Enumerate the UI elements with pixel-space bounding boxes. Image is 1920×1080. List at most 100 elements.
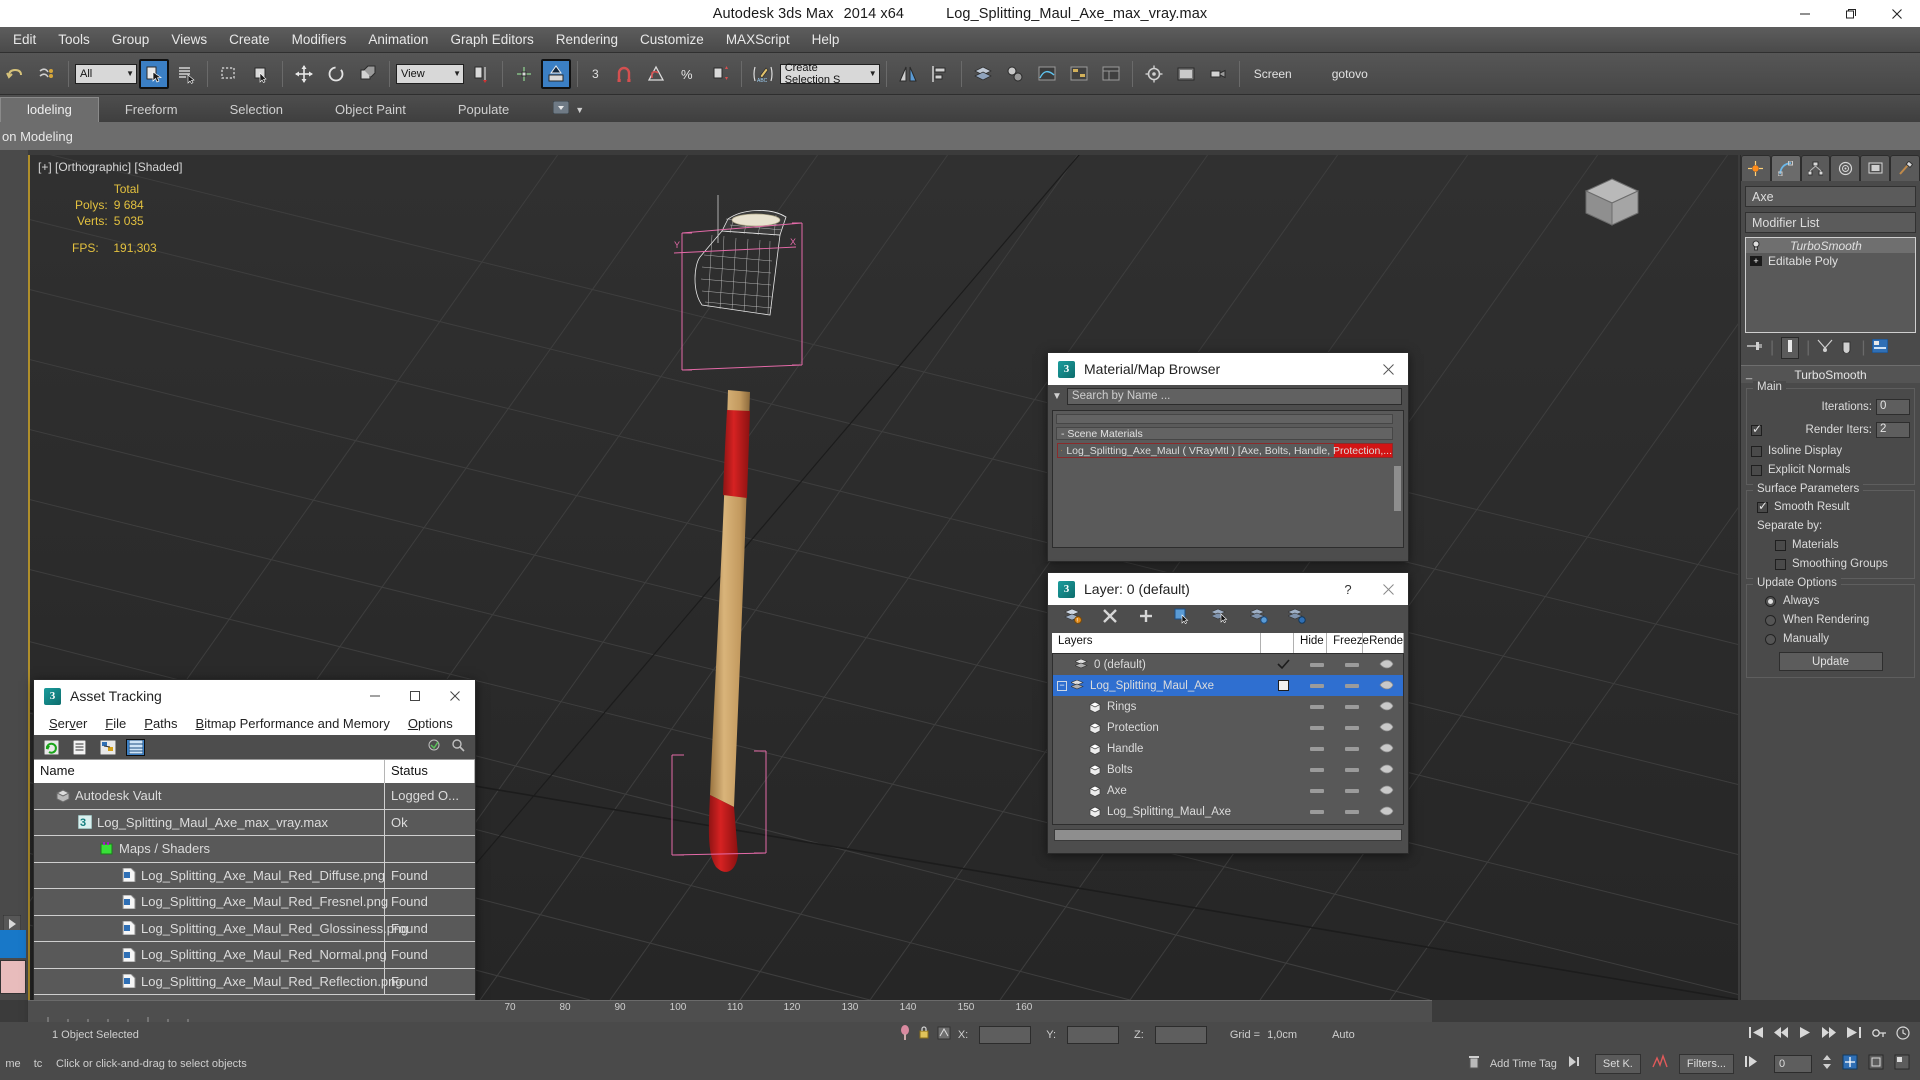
layer-current-check[interactable] [1267, 680, 1301, 691]
render-setup-icon[interactable] [1139, 59, 1169, 89]
modifier-stack-item-editable-poly[interactable]: + Editable Poly [1746, 253, 1915, 268]
lightbulb-icon[interactable] [1750, 240, 1762, 252]
update-button[interactable]: Update [1778, 652, 1883, 671]
table-view-icon[interactable] [126, 738, 145, 756]
reference-coordinate-system-combo[interactable]: View ▼ [396, 63, 464, 84]
rollout-collapse-icon[interactable]: _ [1746, 368, 1752, 380]
search-input[interactable]: Search by Name ... [1066, 387, 1402, 405]
list-item[interactable]: Protection [1053, 717, 1403, 738]
layer-list[interactable]: 0 (default) − Log_Splitting_Maul_Axe Rin… [1052, 653, 1404, 825]
delete-time-tag-icon[interactable] [1468, 1055, 1480, 1074]
material-browser-titlebar[interactable]: 3 Material/Map Browser [1048, 353, 1408, 385]
layer-render-toggle[interactable] [1369, 743, 1403, 754]
layer-close-button[interactable] [1368, 573, 1408, 605]
layer-hide-toggle[interactable] [1300, 704, 1334, 709]
pin-stack-icon[interactable] [1747, 339, 1763, 358]
named-selection-set-combo[interactable]: Create Selection S ▼ [779, 62, 880, 86]
undo-icon[interactable] [0, 59, 30, 89]
smoothing-groups-checkbox[interactable] [1775, 558, 1786, 570]
asset-maximize-button[interactable] [395, 680, 435, 712]
use-selection-center-icon[interactable] [509, 59, 539, 89]
layer-col-render[interactable]: Rende [1363, 633, 1405, 653]
add-layer-icon[interactable] [1138, 608, 1154, 629]
expand-collapse-icon[interactable]: − [1057, 680, 1067, 691]
rectangular-selection-region-icon[interactable] [214, 59, 244, 89]
asset-menu-options[interactable]: Options [399, 716, 462, 731]
asset-menu-server[interactable]: Server [40, 716, 96, 731]
asset-tracking-titlebar[interactable]: 3 Asset Tracking [34, 680, 475, 712]
ribbon-tab-populate[interactable]: Populate [432, 98, 535, 122]
list-item[interactable]: Log_Splitting_Maul_Axe [1053, 801, 1403, 822]
dependencies-view-icon[interactable] [98, 739, 117, 756]
curve-editor-icon[interactable] [1032, 59, 1062, 89]
layer-freeze-toggle[interactable] [1334, 704, 1370, 709]
menu-rendering[interactable]: Rendering [545, 29, 629, 50]
create-new-layer-icon[interactable]: ! [1064, 608, 1082, 629]
layer-render-toggle[interactable] [1369, 701, 1403, 712]
layer-current-check[interactable] [1267, 659, 1301, 670]
layer-freeze-toggle[interactable] [1334, 725, 1370, 730]
left-strip-pink-swatch[interactable] [0, 960, 26, 994]
layer-hide-toggle[interactable] [1300, 662, 1334, 667]
menu-help[interactable]: Help [801, 29, 851, 50]
list-item[interactable]: Rings [1053, 696, 1403, 717]
when-rendering-radio[interactable] [1765, 614, 1776, 626]
left-strip-blue-swatch[interactable] [0, 930, 26, 958]
iterations-spinner[interactable]: 0 [1876, 399, 1910, 415]
menu-customize[interactable]: Customize [629, 29, 715, 50]
layer-horizontal-scrollbar[interactable] [1054, 829, 1402, 841]
layer-hide-toggle[interactable] [1300, 788, 1334, 793]
layer-freeze-toggle[interactable] [1334, 767, 1370, 772]
next-frame-icon[interactable] [1821, 1026, 1837, 1044]
percent-snap-toggle-icon[interactable]: % [673, 59, 703, 89]
table-row[interactable]: Log_Splitting_Axe_Maul_Red_Glossiness.pn… [34, 915, 475, 942]
material-browser-close-button[interactable] [1368, 353, 1408, 385]
go-to-end-icon[interactable] [1846, 1026, 1862, 1044]
select-and-scale-icon[interactable] [353, 59, 383, 89]
layer-render-toggle[interactable] [1369, 764, 1403, 775]
select-and-rotate-icon[interactable] [321, 59, 351, 89]
tab-motion[interactable] [1830, 155, 1861, 181]
compact-material-editor-icon[interactable] [1000, 59, 1030, 89]
refresh-icon[interactable] [42, 739, 61, 756]
x-coordinate-input[interactable] [979, 1026, 1032, 1044]
layer-hide-toggle[interactable] [1300, 809, 1334, 814]
close-button[interactable] [1874, 0, 1920, 27]
layer-freeze-toggle[interactable] [1334, 662, 1370, 667]
remove-modifier-icon[interactable] [1840, 339, 1854, 358]
table-row[interactable]: Log_Splitting_Axe_Maul_Red_Normal.png Fo… [34, 942, 475, 969]
modifier-stack-item-turbosmooth[interactable]: TurboSmooth [1746, 238, 1915, 253]
layer-col-layers[interactable]: Layers [1052, 633, 1261, 653]
layer-manager-window[interactable]: 3 Layer: 0 (default) ? ! Layers Hide Fre… [1047, 572, 1409, 854]
material-explorer-icon[interactable] [1096, 59, 1126, 89]
layer-hide-toggle[interactable] [1300, 746, 1334, 751]
material-browser-body[interactable]: - Scene Materials Log_Splitting_Axe_Maul… [1052, 410, 1404, 548]
layer-hide-toggle[interactable] [1300, 767, 1334, 772]
z-coordinate-input[interactable] [1154, 1026, 1207, 1044]
layer-window-titlebar[interactable]: 3 Layer: 0 (default) ? [1048, 573, 1408, 605]
select-and-manipulate-icon[interactable] [1567, 1054, 1585, 1075]
use-pivot-point-center-icon[interactable] [466, 59, 496, 89]
spinner-updown-icon[interactable] [1822, 1054, 1832, 1075]
asset-tracking-list[interactable]: Autodesk Vault Logged O... 3 Log_Splitti… [34, 783, 475, 995]
asset-tracking-window[interactable]: 3 Asset Tracking Server File Paths Bitma… [33, 679, 476, 1048]
timeline-ruler[interactable]: 70 80 90 100 110 120 130 140 150 160 [28, 1000, 1432, 1022]
layer-render-toggle[interactable] [1369, 722, 1403, 733]
asset-close-button[interactable] [435, 680, 475, 712]
menu-create[interactable]: Create [218, 29, 281, 50]
menu-group[interactable]: Group [101, 29, 161, 50]
explicit-normals-checkbox[interactable] [1751, 464, 1762, 476]
ribbon-tab-selection[interactable]: Selection [204, 98, 309, 122]
absolute-relative-mode-icon[interactable] [937, 1026, 951, 1045]
modifier-list-dropdown[interactable]: Modifier List [1745, 212, 1916, 233]
key-step-icon[interactable] [1744, 1055, 1760, 1073]
show-end-result-icon[interactable] [1781, 337, 1800, 359]
tab-display[interactable] [1860, 155, 1891, 181]
layer-freeze-toggle[interactable] [1334, 683, 1370, 688]
menu-animation[interactable]: Animation [357, 29, 439, 50]
y-coordinate-input[interactable] [1067, 1026, 1120, 1044]
list-item[interactable]: Handle [1053, 738, 1403, 759]
asset-col-name[interactable]: Name [34, 760, 385, 783]
layer-render-toggle[interactable] [1369, 785, 1403, 796]
configure-modifier-sets-icon[interactable] [1871, 338, 1889, 358]
